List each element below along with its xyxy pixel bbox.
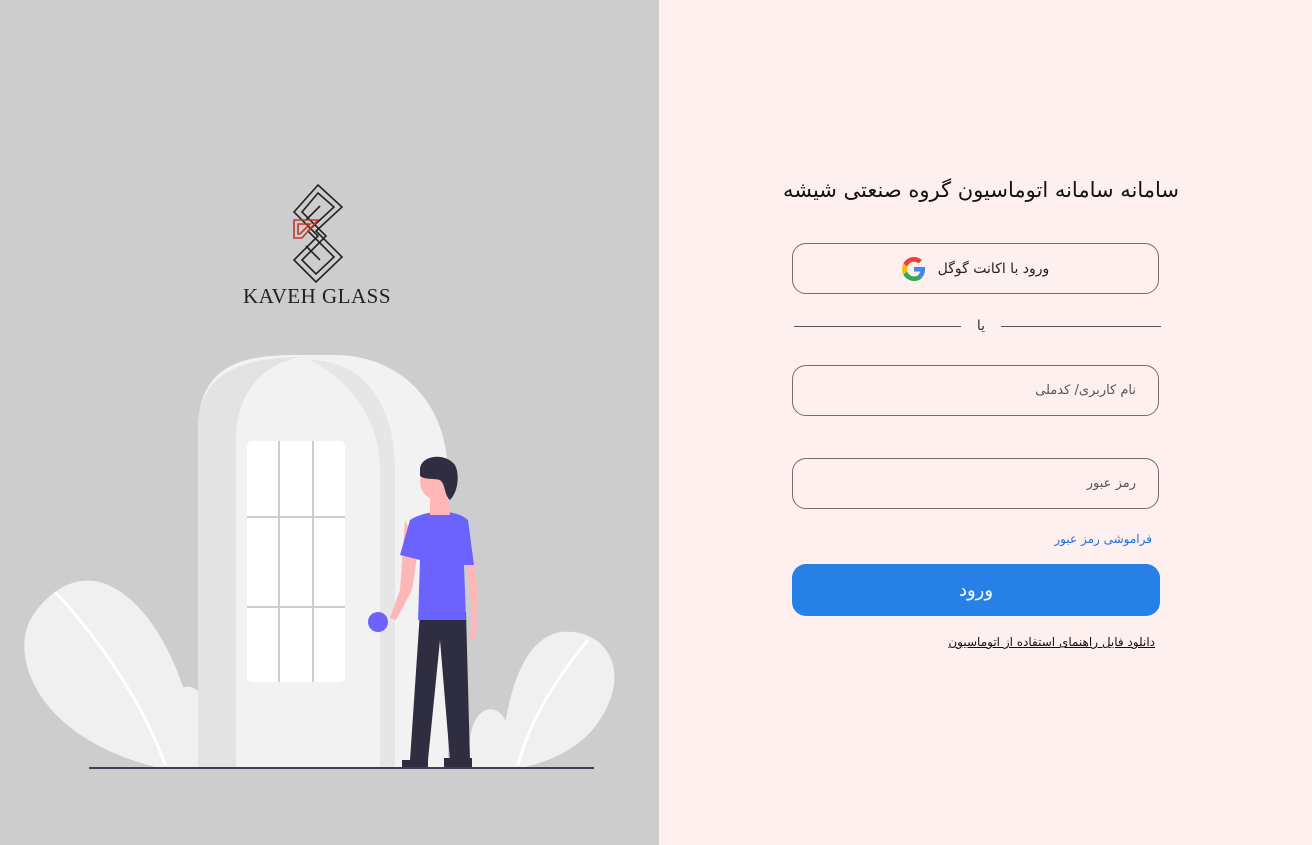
divider-line-right (1001, 326, 1161, 327)
divider-text: یا (976, 318, 986, 334)
login-button[interactable]: ورود (792, 564, 1160, 616)
logo-text: KAVEH GLASS (242, 284, 392, 308)
or-divider: یا (794, 318, 1161, 338)
page-title: سامانه سامانه اتوماسیون گروه صنعتی شیشه (782, 178, 1179, 202)
logo-mark-icon (292, 183, 344, 284)
username-input[interactable] (792, 365, 1159, 416)
download-guide-link[interactable]: دانلود فایل راهنمای استفاده از اتوماسیون (859, 635, 1155, 649)
person-at-door-illustration (24, 355, 615, 769)
login-panel: سامانه سامانه اتوماسیون گروه صنعتی شیشه … (659, 0, 1312, 845)
right-plant (500, 631, 615, 768)
illustration-panel: KAVEH GLASS (0, 0, 659, 845)
forgot-password-link[interactable]: فراموشی رمز عبور (959, 532, 1152, 546)
password-input[interactable] (792, 458, 1159, 509)
door-knob (368, 612, 388, 632)
google-login-label: ورود با اکانت گوگل (937, 260, 1050, 277)
divider-line-left (794, 326, 961, 327)
kaveh-glass-logo: KAVEH GLASS (236, 182, 398, 310)
window (247, 441, 345, 682)
google-icon (901, 256, 925, 281)
google-login-button[interactable]: ورود با اکانت گوگل (792, 243, 1159, 294)
